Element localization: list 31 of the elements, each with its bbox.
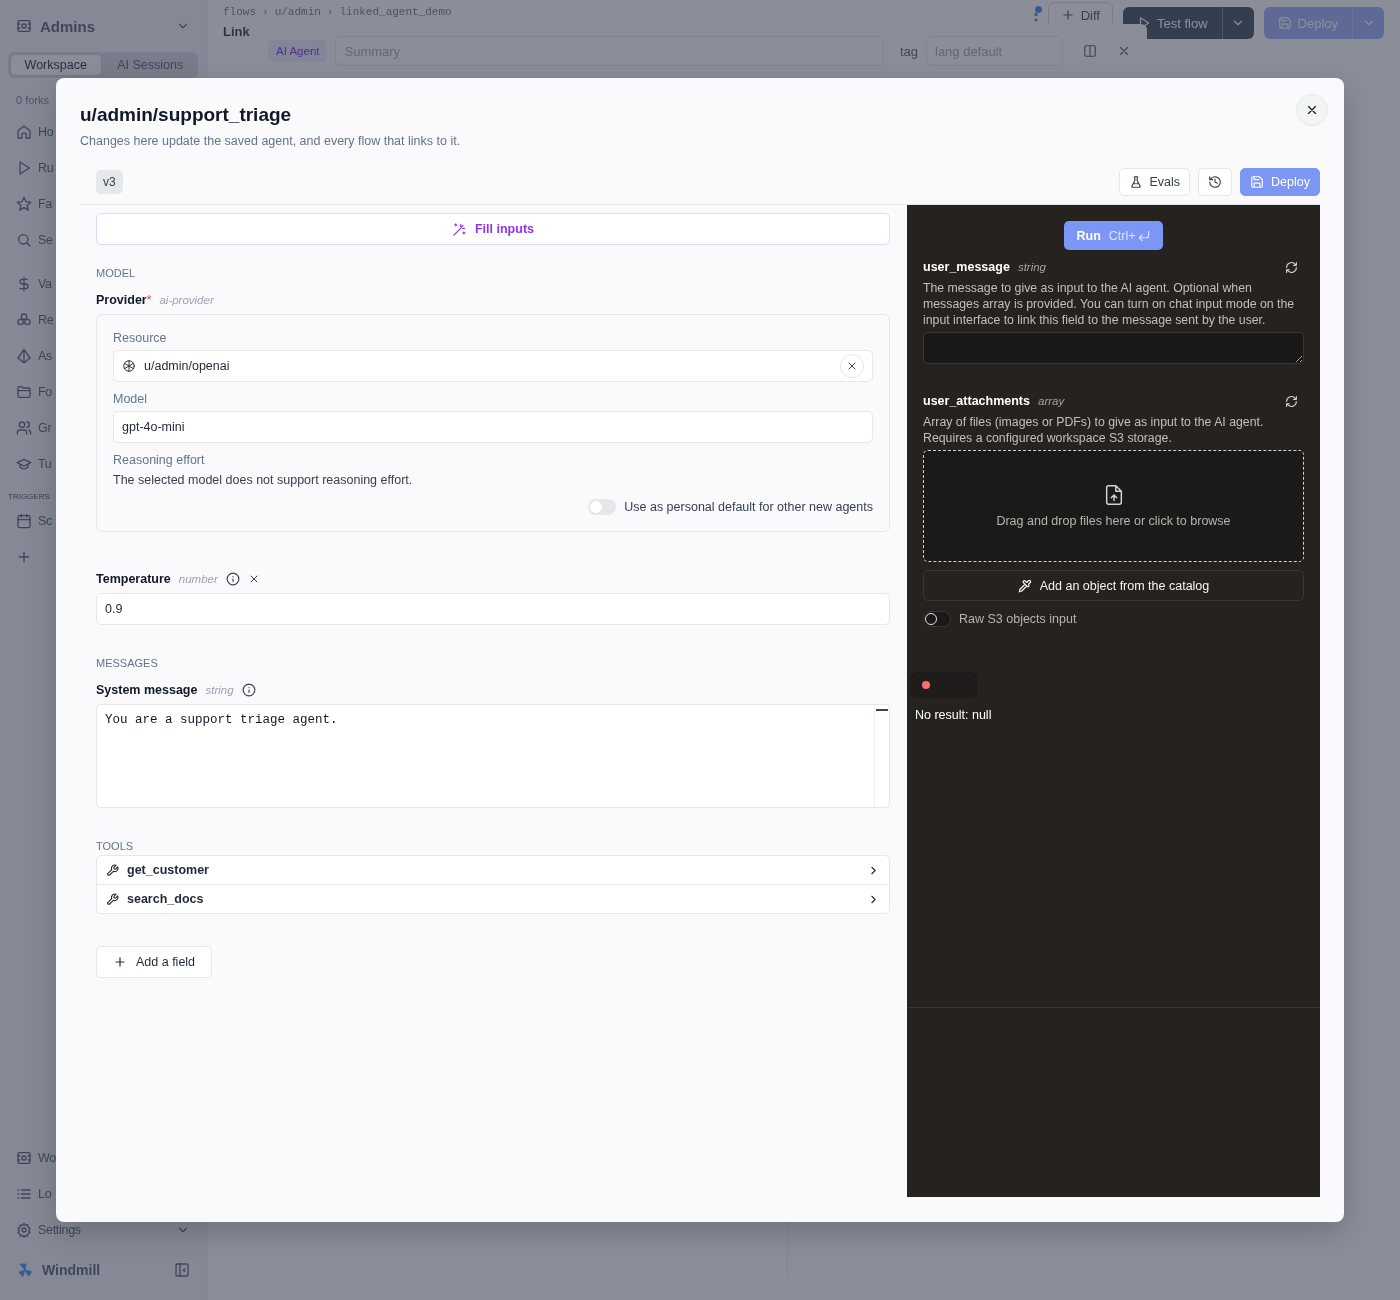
field-label: Reasoning effort <box>113 453 206 467</box>
page-title: Link <box>223 24 251 39</box>
result-text: No result: null <box>915 708 993 722</box>
toggle-label: Use as personal default for other new agents <box>624 500 873 514</box>
reasoning-note: The selected model does not support reasoning effort. <box>113 473 414 487</box>
required-mark: * <box>146 293 152 307</box>
input-description: The message to give as input to the AI agent. Optional when messages array is provided. You can turn on chat input mode on the input interface to link this field to the message sent by the user. <box>923 280 1296 328</box>
tag-label: tag <box>899 43 918 59</box>
dialog-title: u/admin/support_triage <box>80 104 292 126</box>
section-heading: MESSAGES <box>96 657 159 669</box>
field-type: string <box>205 684 234 696</box>
brand-name: Windmill <box>42 1262 101 1278</box>
node-type-badge: AI Agent <box>268 40 328 62</box>
section-heading: TRIGGERS <box>8 492 50 501</box>
input-description: Array of files (images or PDFs) to give as input to the AI agent. Requires a configured workspace S3 storage. <box>923 414 1265 446</box>
field-label: Temperature <box>96 572 171 586</box>
version-badge: v3 <box>96 170 123 194</box>
input-name: user_attachments <box>923 394 1030 408</box>
field-label: Provider <box>96 293 147 307</box>
field-type: ai-provider <box>159 294 214 306</box>
field-label: System message <box>96 683 198 697</box>
input-type: array <box>1038 395 1065 407</box>
section-heading: TOOLS <box>96 840 135 852</box>
input-name: user_message <box>923 260 1010 274</box>
dialog-subtitle: Changes here update the saved agent, and every flow that links to it. <box>80 134 461 148</box>
field-type: number <box>178 573 218 585</box>
section-heading: MODEL <box>96 267 137 279</box>
input-type: string <box>1017 261 1046 273</box>
toggle-label: Raw S3 objects input <box>959 612 1077 626</box>
field-label: Resource <box>113 331 168 345</box>
field-label: Model <box>113 392 149 406</box>
